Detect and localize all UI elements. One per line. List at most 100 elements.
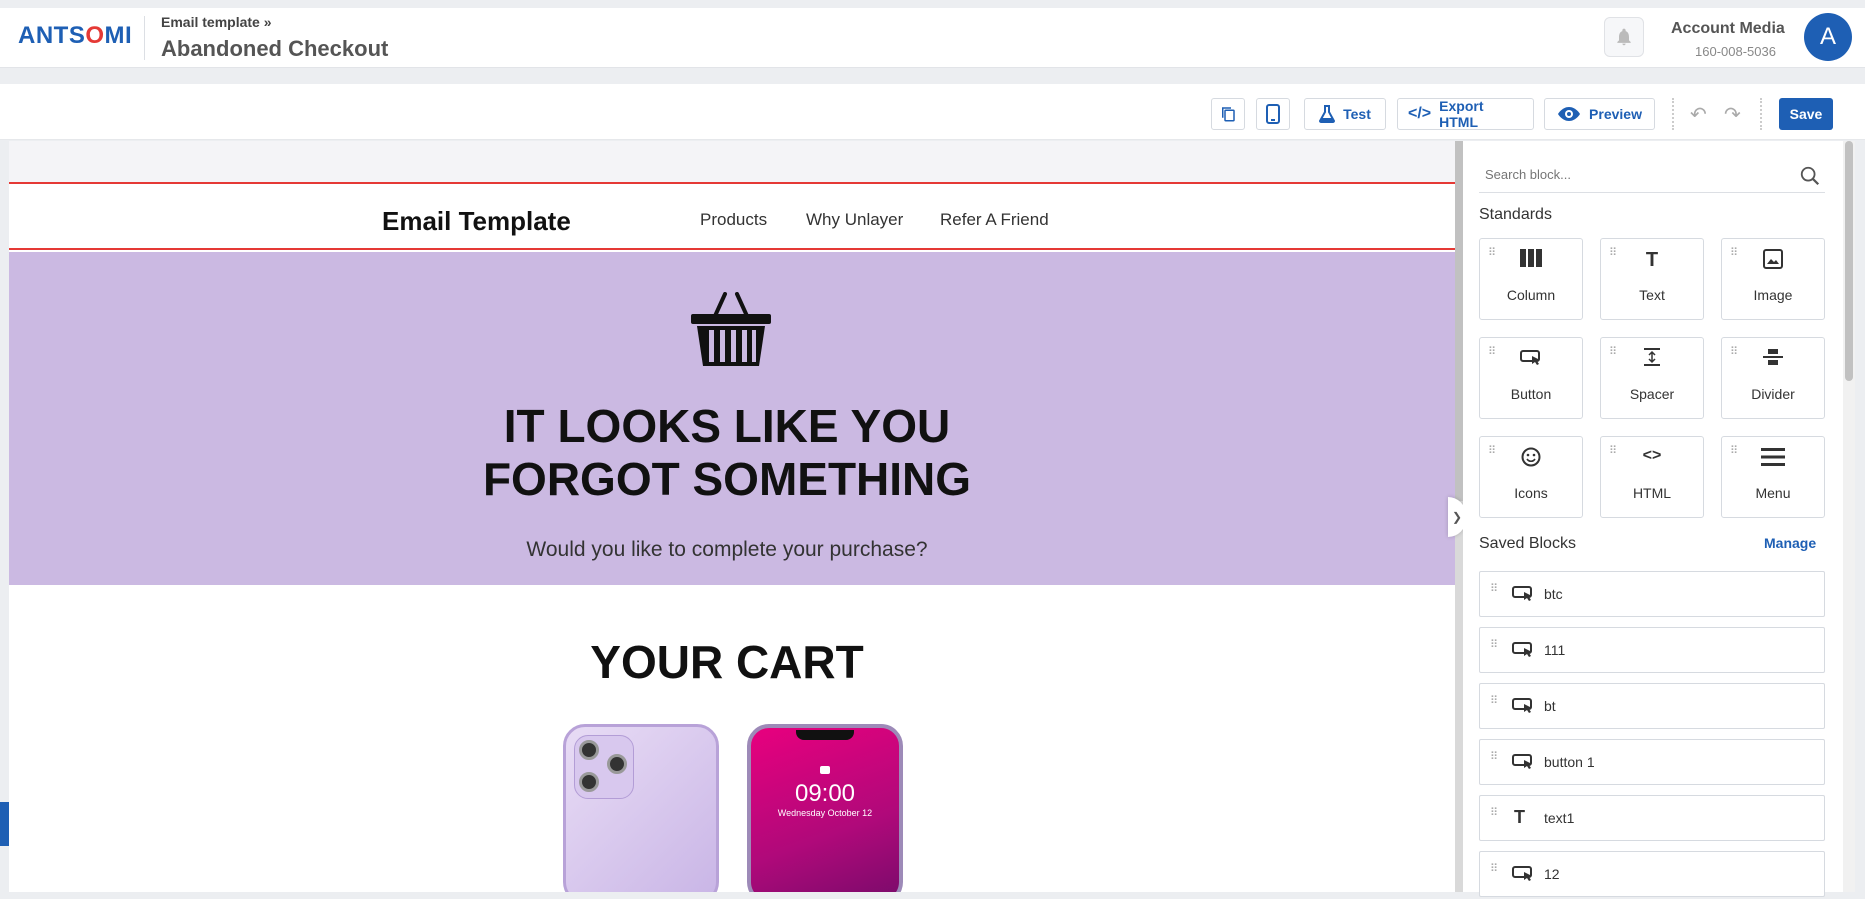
chevron-right-icon: ❯ — [1451, 510, 1463, 524]
breadcrumb[interactable]: Email template » — [161, 14, 272, 30]
save-button[interactable]: Save — [1779, 98, 1833, 130]
saved-block-label: button 1 — [1544, 754, 1595, 770]
hero-section[interactable]: IT LOOKS LIKE YOU FORGOT SOMETHING Would… — [9, 252, 1455, 585]
block-image[interactable]: ⠿ Image — [1721, 238, 1825, 320]
camera-lens — [579, 772, 599, 792]
text-icon: T — [1645, 249, 1659, 271]
button-icon — [1512, 698, 1532, 713]
saved-block-label: btc — [1544, 586, 1563, 602]
saved-block-item[interactable]: ⠿ btc — [1479, 571, 1825, 617]
block-label: HTML — [1632, 485, 1672, 501]
block-label: Divider — [1751, 386, 1795, 402]
drag-handle-icon[interactable]: ⠿ — [1490, 864, 1499, 875]
canvas-scrollbar-thumb[interactable] — [1455, 141, 1463, 501]
copy-icon — [1222, 107, 1235, 122]
block-menu[interactable]: ⠿ Menu — [1721, 436, 1825, 518]
nav-why-unlayer[interactable]: Why Unlayer — [806, 210, 903, 230]
saved-blocks-title: Saved Blocks — [1479, 535, 1576, 552]
account-id: 160-008-5036 — [1695, 44, 1776, 59]
toolbar-separator — [1760, 98, 1762, 130]
lock-icon — [820, 766, 830, 774]
drag-handle-icon[interactable]: ⠿ — [1490, 808, 1499, 819]
blocks-panel: Standards ⠿ Column ⠿ T Text ⠿ Image ⠿ Bu… — [1463, 141, 1843, 897]
hero-subtitle: Would you like to complete your purchase… — [526, 538, 928, 561]
mobile-view-button[interactable] — [1256, 98, 1290, 130]
drag-handle-icon[interactable]: ⠿ — [1490, 696, 1499, 707]
menu-icon — [1761, 448, 1785, 466]
button-icon — [1512, 754, 1532, 769]
canvas-top-strip — [9, 141, 1455, 184]
block-label: Text — [1639, 287, 1665, 303]
preview-button[interactable]: Preview — [1544, 98, 1655, 130]
camera-lens — [579, 740, 599, 760]
saved-block-item[interactable]: ⠿ 111 — [1479, 627, 1825, 673]
image-icon — [1763, 249, 1783, 269]
left-panel-tab[interactable] — [0, 802, 9, 846]
manage-link[interactable]: Manage — [1764, 535, 1816, 551]
export-html-label: Export HTML — [1439, 98, 1484, 130]
editor-toolbar: Test </> Export HTML Preview ↶ ↷ Save — [0, 84, 1865, 140]
phone-date: Wednesday October 12 — [777, 808, 873, 818]
search-icon[interactable] — [1799, 165, 1821, 187]
export-html-button[interactable]: </> Export HTML — [1397, 98, 1534, 130]
top-bar: ANTSOMI Email template » Abandoned Check… — [0, 8, 1865, 68]
eye-icon — [1558, 107, 1581, 121]
panel-scrollbar[interactable] — [1843, 141, 1855, 892]
hero-title: IT LOOKS LIKE YOU FORGOT SOMETHING — [9, 400, 1454, 506]
notification-button[interactable] — [1604, 17, 1644, 57]
test-button[interactable]: Test — [1304, 98, 1386, 130]
phone-notch — [796, 730, 854, 740]
nav-products[interactable]: Products — [700, 210, 767, 230]
smiley-icon — [1521, 447, 1541, 467]
spacer-icon — [1644, 348, 1660, 366]
preview-label: Preview — [1589, 106, 1642, 122]
panel-scrollbar-thumb[interactable] — [1845, 141, 1853, 381]
phone-clock: 09:00 — [794, 780, 856, 807]
page-title: Abandoned Checkout — [161, 36, 389, 61]
drag-handle-icon[interactable]: ⠿ — [1490, 752, 1499, 763]
undo-icon[interactable]: ↶ — [1690, 102, 1707, 127]
email-brand: Email Template — [382, 206, 571, 236]
divider-icon — [1763, 349, 1783, 365]
block-label: Column — [1506, 287, 1556, 303]
saved-block-item[interactable]: ⠿ button 1 — [1479, 739, 1825, 785]
flask-icon — [1319, 105, 1336, 123]
antsomi-logo[interactable]: ANTSOMI — [18, 22, 132, 50]
nav-refer-a-friend[interactable]: Refer A Friend — [940, 210, 1049, 230]
avatar[interactable]: A — [1804, 13, 1852, 61]
phone-back-image[interactable] — [563, 724, 719, 892]
block-text[interactable]: ⠿ T Text — [1600, 238, 1704, 320]
block-label: Spacer — [1629, 386, 1675, 402]
code-icon: <> — [1642, 447, 1662, 464]
cart-title: YOUR CART — [590, 636, 864, 688]
block-label: Menu — [1755, 485, 1791, 501]
saved-block-item[interactable]: ⠿ T text1 — [1479, 795, 1825, 841]
basket-icon — [691, 292, 771, 366]
desktop-view-button[interactable] — [1211, 98, 1245, 130]
search-input[interactable] — [1479, 159, 1779, 189]
email-canvas[interactable]: Email Template Products Why Unlayer Refe… — [9, 141, 1455, 892]
block-column[interactable]: ⠿ Column — [1479, 238, 1583, 320]
camera-module — [574, 735, 634, 799]
saved-block-label: 111 — [1544, 642, 1566, 658]
saved-block-item[interactable]: ⠿ 12 — [1479, 851, 1825, 897]
saved-block-item[interactable]: ⠿ bt — [1479, 683, 1825, 729]
account-name[interactable]: Account Media — [1671, 20, 1785, 38]
phone-front-image[interactable]: 09:00 Wednesday October 12 — [747, 724, 903, 892]
drag-handle-icon[interactable]: ⠿ — [1490, 640, 1499, 651]
header-divider — [144, 16, 145, 60]
drag-handle-icon[interactable]: ⠿ — [1490, 584, 1499, 595]
toolbar-separator — [1672, 98, 1674, 130]
hero-title-line2: FORGOT SOMETHING — [482, 453, 972, 505]
saved-block-label: text1 — [1544, 810, 1575, 826]
redo-icon[interactable]: ↷ — [1724, 102, 1741, 127]
block-divider[interactable]: ⠿ Divider — [1721, 337, 1825, 419]
search-block — [1479, 159, 1825, 193]
email-header[interactable]: Email Template Products Why Unlayer Refe… — [9, 184, 1455, 250]
block-html[interactable]: ⠿ <> HTML — [1600, 436, 1704, 518]
block-icons[interactable]: ⠿ Icons — [1479, 436, 1583, 518]
button-icon — [1520, 350, 1540, 365]
block-button[interactable]: ⠿ Button — [1479, 337, 1583, 419]
block-label: Icons — [1514, 485, 1548, 501]
block-spacer[interactable]: ⠿ Spacer — [1600, 337, 1704, 419]
